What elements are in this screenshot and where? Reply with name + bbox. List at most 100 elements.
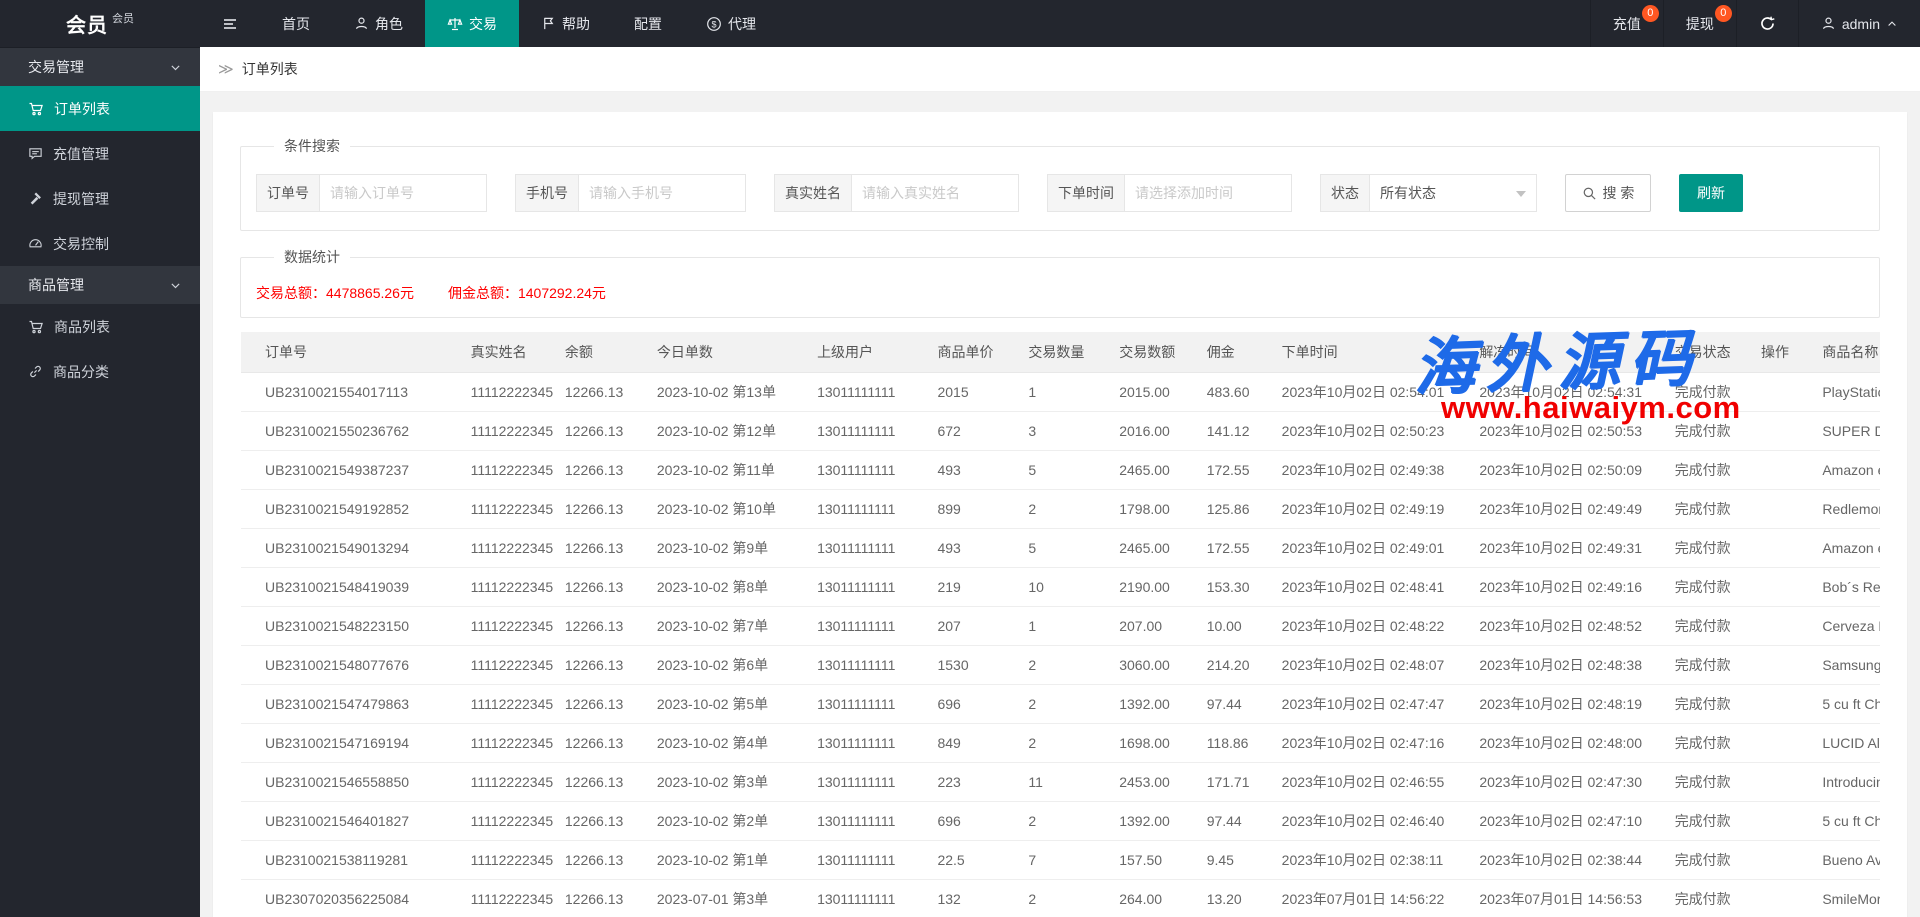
nav-item-agent[interactable]: $ 代理 — [684, 0, 778, 47]
cell-unit-price: 493 — [913, 528, 1004, 567]
total-commission-stat: 佣金总额：1407292.24元 — [448, 285, 606, 301]
cell-action — [1737, 372, 1798, 411]
column-header-order-time: 下单时间 — [1258, 332, 1456, 372]
sidebar-item-recharge[interactable]: 充值管理 — [0, 131, 200, 176]
sidebar-item-trade-control[interactable]: 交易控制 — [0, 221, 200, 266]
cell-commission: 97.44 — [1183, 801, 1258, 840]
order-no-input[interactable] — [319, 174, 487, 212]
nav-item-trade[interactable]: 交易 — [425, 0, 519, 47]
cell-quantity: 10 — [1004, 567, 1095, 606]
cell-balance: 12266.13 — [541, 684, 633, 723]
cell-status: 完成付款 — [1651, 840, 1737, 879]
sidebar-item-product-category[interactable]: 商品分类 — [0, 349, 200, 394]
cell-parent-user: 13011111111 — [793, 684, 913, 723]
table-row: UB23100215540171131111222234512266.13202… — [241, 372, 1880, 411]
nav-item-roles[interactable]: 角色 — [332, 0, 425, 47]
cell-today-orders: 2023-10-02 第12单 — [633, 411, 793, 450]
cell-balance: 12266.13 — [541, 489, 633, 528]
cell-today-orders: 2023-10-02 第13单 — [633, 372, 793, 411]
cell-today-orders: 2023-10-02 第6单 — [633, 645, 793, 684]
cell-unit-price: 219 — [913, 567, 1004, 606]
cell-balance: 12266.13 — [541, 762, 633, 801]
table-row: UB23070203562250841111222234512266.13202… — [241, 879, 1880, 917]
cell-product-name: SmileMore - Té Piñalim con piña, linaza,… — [1798, 879, 1880, 917]
table-row: UB23100215471691941111222234512266.13202… — [241, 723, 1880, 762]
cell-action — [1737, 450, 1798, 489]
cell-commission: 214.20 — [1183, 645, 1258, 684]
cell-unit-price: 849 — [913, 723, 1004, 762]
sidebar-item-product-list[interactable]: 商品列表 — [0, 304, 200, 349]
nav-label: 配置 — [634, 14, 662, 34]
cell-order-time: 2023年10月02日 02:47:47 — [1258, 684, 1456, 723]
cell-today-orders: 2023-07-01 第3单 — [633, 879, 793, 917]
sidebar-item-withdraw[interactable]: 提现管理 — [0, 176, 200, 221]
order-table-wrap: 订单号真实姓名余额今日单数上级用户商品单价交易数量交易数额佣金下单时间解冻时间交… — [241, 332, 1880, 917]
cell-unit-price: 1530 — [913, 645, 1004, 684]
nav-item-config[interactable]: 配置 — [612, 0, 684, 47]
cell-unfreeze-time: 2023年10月02日 02:49:16 — [1455, 567, 1650, 606]
user-menu[interactable]: admin — [1798, 0, 1920, 47]
cell-order-time: 2023年10月02日 02:50:23 — [1258, 411, 1456, 450]
cell-order-no: UB2310021548223150 — [241, 606, 447, 645]
cell-parent-user: 13011111111 — [793, 567, 913, 606]
status-select[interactable]: 所有状态 — [1369, 174, 1537, 212]
cell-product-name: Bob´s Red Mill, Bob's Red Mill, Hojuelas… — [1798, 567, 1880, 606]
cell-commission: 10.00 — [1183, 606, 1258, 645]
recharge-label: 充值 — [1613, 14, 1641, 34]
cell-order-no: UB2310021548077676 — [241, 645, 447, 684]
sidebar-section-product[interactable]: 商品管理 — [0, 266, 200, 304]
stats-panel: 数据统计 交易总额：4478865.26元佣金总额：1407292.24元 — [240, 247, 1880, 318]
dollar-circle-icon: $ — [706, 16, 722, 32]
column-header-order-no: 订单号 — [241, 332, 447, 372]
refresh-icon — [1759, 15, 1776, 32]
breadcrumb-icon: ≫ — [218, 60, 234, 78]
cell-amount: 1798.00 — [1095, 489, 1182, 528]
nav-item-help[interactable]: 帮助 — [519, 0, 612, 47]
cell-balance: 12266.13 — [541, 372, 633, 411]
refresh-page-button[interactable] — [1736, 0, 1798, 47]
main-content: ≫ 订单列表 条件搜索 订单号 手机号 真实姓名 — [200, 47, 1920, 917]
sidebar-section-trade[interactable]: 交易管理 — [0, 48, 200, 86]
cell-balance: 12266.13 — [541, 840, 633, 879]
status-selected-value: 所有状态 — [1380, 183, 1436, 203]
withdraw-button[interactable]: 提现 0 — [1663, 0, 1736, 47]
sidebar-item-label: 提现管理 — [53, 189, 109, 209]
cell-commission: 171.71 — [1183, 762, 1258, 801]
table-row: UB23100215482231501111222234512266.13202… — [241, 606, 1880, 645]
order-time-input[interactable] — [1124, 174, 1292, 212]
menu-fold-button[interactable] — [200, 0, 260, 47]
nav-label: 角色 — [375, 14, 403, 34]
table-row: UB23100215502367621111222234512266.13202… — [241, 411, 1880, 450]
sidebar-item-order-list[interactable]: 订单列表 — [0, 86, 200, 131]
recharge-button[interactable]: 充值 0 — [1590, 0, 1663, 47]
cell-unit-price: 899 — [913, 489, 1004, 528]
table-row: UB23100215381192811111222234512266.13202… — [241, 840, 1880, 879]
order-table: 订单号真实姓名余额今日单数上级用户商品单价交易数量交易数额佣金下单时间解冻时间交… — [241, 332, 1880, 917]
cell-quantity: 1 — [1004, 606, 1095, 645]
logo-text: 会员 — [66, 9, 108, 38]
cell-amount: 264.00 — [1095, 879, 1182, 917]
balance-icon — [447, 16, 463, 32]
nav-item-home[interactable]: 首页 — [260, 0, 332, 47]
phone-input[interactable] — [578, 174, 746, 212]
real-name-input[interactable] — [851, 174, 1019, 212]
nav-label: 代理 — [728, 14, 756, 34]
cell-parent-user: 13011111111 — [793, 450, 913, 489]
search-panel-legend: 条件搜索 — [274, 136, 350, 156]
cell-quantity: 2 — [1004, 879, 1095, 917]
cell-parent-user: 13011111111 — [793, 762, 913, 801]
page-title: 订单列表 — [242, 59, 298, 79]
chevron-down-icon — [1516, 191, 1526, 197]
cell-action — [1737, 567, 1798, 606]
table-row: UB23100215465588501111222234512266.13202… — [241, 762, 1880, 801]
search-button[interactable]: 搜 索 — [1565, 174, 1651, 212]
cell-quantity: 5 — [1004, 450, 1095, 489]
cell-real-name: 11112222345 — [447, 567, 541, 606]
cell-unfreeze-time: 2023年10月02日 02:54:31 — [1455, 372, 1650, 411]
cart-icon — [28, 319, 44, 335]
refresh-button[interactable]: 刷新 — [1679, 174, 1743, 212]
cell-unfreeze-time: 2023年10月02日 02:50:53 — [1455, 411, 1650, 450]
cell-order-no: UB2310021549013294 — [241, 528, 447, 567]
cell-action — [1737, 879, 1798, 917]
cell-today-orders: 2023-10-02 第4单 — [633, 723, 793, 762]
